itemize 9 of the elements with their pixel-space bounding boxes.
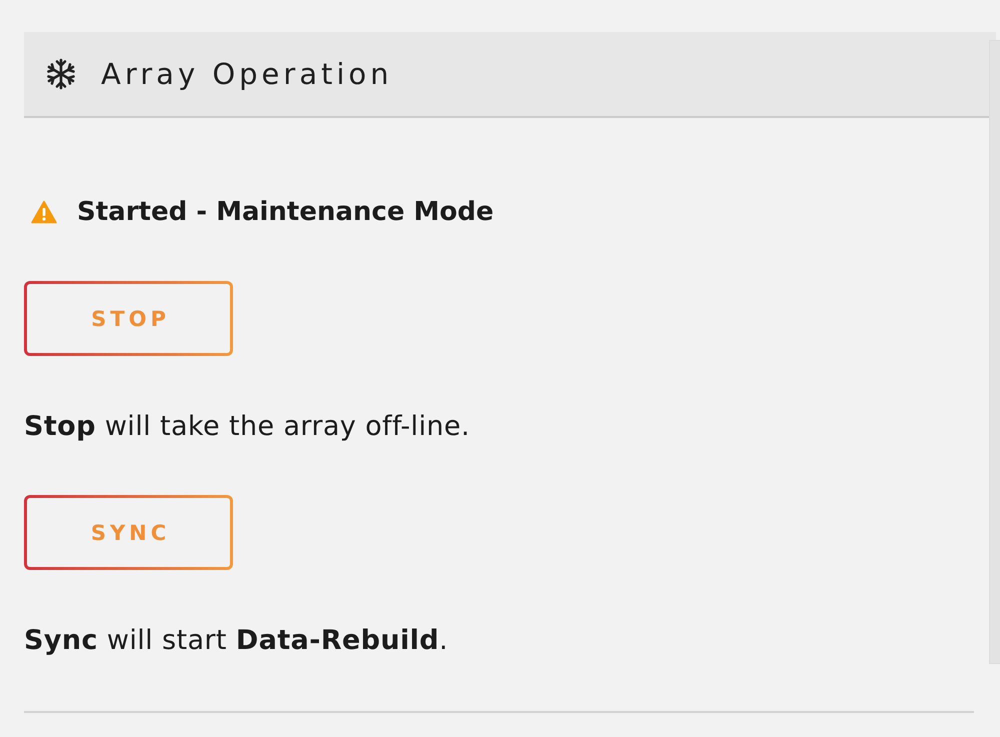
scrollbar-track[interactable] bbox=[989, 40, 1000, 664]
action-button[interactable]: SYNC bbox=[24, 495, 233, 570]
action-description: Sync will start Data-Rebuild. bbox=[24, 625, 448, 657]
array-status-text: Started - Maintenance Mode bbox=[77, 197, 494, 227]
warning-icon bbox=[31, 200, 57, 224]
snowflake-icon bbox=[46, 58, 76, 90]
action-button[interactable]: STOP bbox=[24, 281, 233, 356]
action-description: Stop will take the array off-line. bbox=[24, 411, 470, 443]
section-title: Array Operation bbox=[101, 57, 393, 91]
